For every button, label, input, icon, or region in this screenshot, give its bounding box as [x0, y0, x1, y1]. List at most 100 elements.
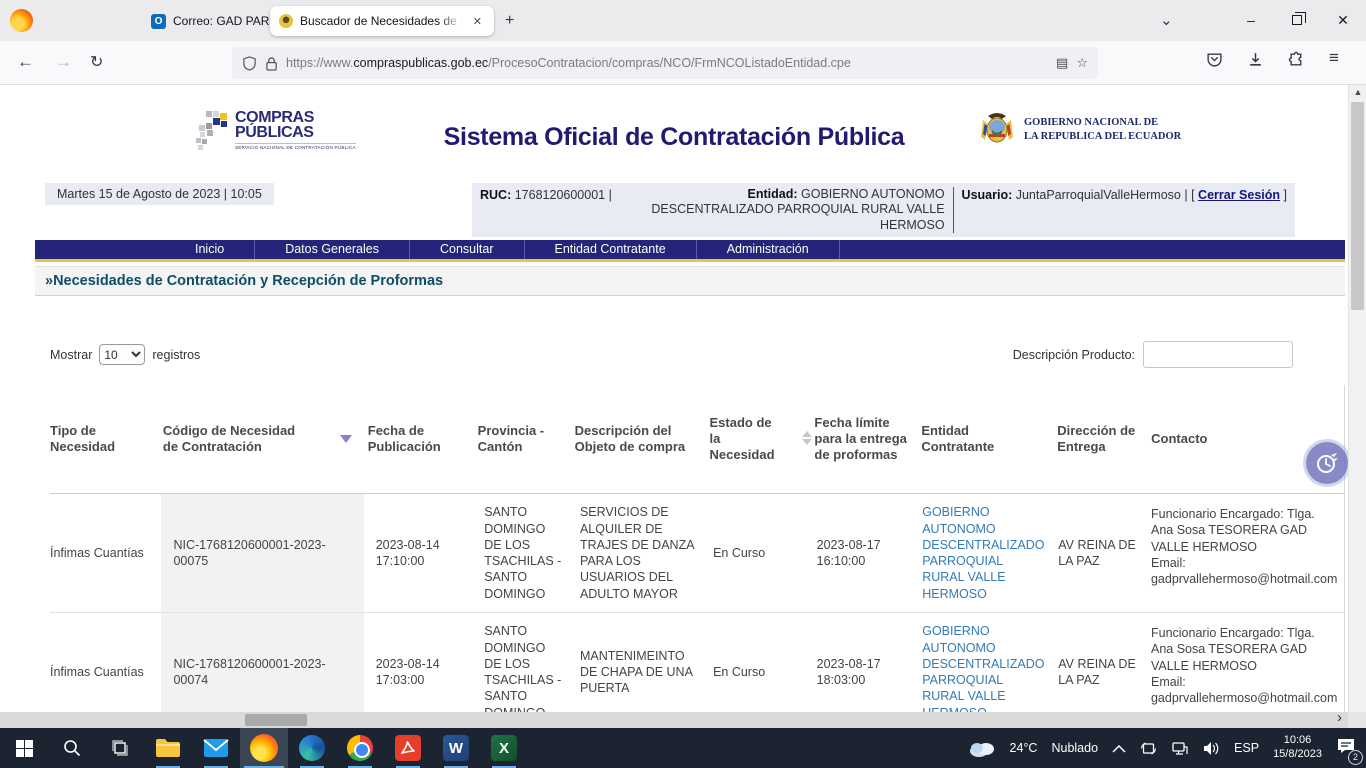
col-direccion-entrega[interactable]: Dirección de Entrega: [1057, 423, 1151, 456]
nav-item-datos-generales[interactable]: Datos Generales: [255, 240, 410, 259]
mail-button[interactable]: [192, 728, 240, 768]
window-close-button[interactable]: ✕: [1320, 0, 1366, 40]
file-explorer-button[interactable]: [144, 728, 192, 768]
url-bar[interactable]: https://www.compraspublicas.gob.ec/Proce…: [232, 47, 1098, 79]
taskbar-search-button[interactable]: [48, 728, 96, 768]
main-nav: Inicio Datos Generales Consultar Entidad…: [35, 240, 1345, 259]
download-icon[interactable]: [1247, 51, 1264, 68]
reload-button[interactable]: ↻: [90, 52, 103, 72]
tab-close-icon[interactable]: ✕: [470, 14, 485, 29]
product-description-input[interactable]: [1143, 341, 1293, 368]
menu-hamburger-icon[interactable]: ≡: [1329, 48, 1339, 68]
chrome-icon: [347, 735, 373, 761]
weather-temp[interactable]: 24°C: [1010, 741, 1038, 755]
restore-icon: [1292, 15, 1302, 25]
window-restore-button[interactable]: [1274, 0, 1320, 40]
tray-date: 15/8/2023: [1273, 748, 1322, 762]
reader-view-icon[interactable]: ▤: [1056, 55, 1068, 71]
tray-time: 10:06: [1273, 734, 1322, 748]
chrome-button[interactable]: [336, 728, 384, 768]
lock-icon[interactable]: [265, 56, 278, 71]
word-icon: W: [443, 735, 469, 761]
shield-icon[interactable]: [242, 56, 257, 71]
language-indicator[interactable]: ESP: [1234, 741, 1259, 755]
show-records-control: Mostrar 10 registros: [50, 344, 200, 365]
col-descripcion-objeto[interactable]: Descripción del Objeto de compra: [575, 423, 710, 456]
col-provincia-canton[interactable]: Provincia - Cantón: [478, 423, 575, 456]
forward-button[interactable]: →: [55, 52, 72, 72]
records-label: registros: [152, 348, 200, 362]
excel-button[interactable]: X: [480, 728, 528, 768]
nav-item-inicio[interactable]: Inicio: [165, 240, 255, 259]
firefox-icon: [250, 734, 278, 762]
col-codigo[interactable]: Código de Necesidad de Contratación: [163, 423, 368, 456]
table-row: Ínfimas Cuantías NIC-1768120600001-2023-…: [50, 613, 1344, 712]
col-fecha-publicacion[interactable]: Fecha de Publicación: [368, 423, 478, 456]
vertical-scrollbar[interactable]: ▲: [1348, 85, 1366, 712]
table-row: Ínfimas Cuantías NIC-1768120600001-2023-…: [50, 494, 1344, 613]
col-fecha-limite[interactable]: Fecha límite para la entrega de proforma…: [814, 415, 921, 464]
window-minimize-button[interactable]: –: [1228, 0, 1274, 40]
task-view-button[interactable]: [96, 728, 144, 768]
government-logo: GOBIERNO NACIONAL DE LA REPUBLICA DEL EC…: [978, 110, 1181, 150]
notification-count-badge: 2: [1348, 750, 1363, 765]
col-tipo-necesidad[interactable]: Tipo de Necesidad: [50, 423, 163, 456]
entidad-contratante-link[interactable]: GOBIERNO AUTONOMO DESCENTRALIZADO PARROQ…: [922, 504, 1044, 602]
edge-icon: [299, 735, 325, 761]
new-tab-button[interactable]: +: [505, 12, 514, 30]
ruc-value: RUC: 1768120600001 |: [480, 187, 612, 233]
vertical-scroll-thumb[interactable]: [1351, 102, 1364, 310]
ecuador-emblem-icon: [279, 14, 293, 28]
logout-link[interactable]: Cerrar Sesión: [1198, 188, 1280, 202]
extensions-puzzle-icon[interactable]: [1288, 51, 1305, 68]
scroll-up-icon[interactable]: ▲: [1349, 87, 1366, 97]
entidad-contratante-link[interactable]: GOBIERNO AUTONOMO DESCENTRALIZADO PARROQ…: [922, 623, 1044, 712]
list-tabs-chevron-icon[interactable]: ⌄: [1160, 11, 1173, 29]
horizontal-scrollbar[interactable]: ›: [0, 712, 1348, 728]
windows-logo-icon: [16, 740, 33, 757]
nav-item-consultar[interactable]: Consultar: [410, 240, 525, 259]
notification-center-button[interactable]: 2: [1336, 737, 1356, 760]
network-icon[interactable]: [1171, 741, 1188, 756]
outlook-icon: O: [151, 14, 166, 29]
divider: [953, 187, 954, 233]
tablet-mode-icon[interactable]: [1140, 741, 1157, 756]
scrollbar-corner: [1348, 712, 1366, 728]
tab-buscador-active[interactable]: Buscador de Necesidades de Co ✕: [270, 6, 494, 36]
sort-both-icon: [802, 431, 812, 445]
nav-item-administracion[interactable]: Administración: [697, 240, 840, 259]
records-per-page-select[interactable]: 10: [99, 344, 145, 365]
horizontal-scroll-thumb[interactable]: [245, 714, 307, 726]
pixel-squares-icon: [196, 111, 230, 153]
back-button[interactable]: ←: [17, 52, 34, 72]
col-entidad-contratante[interactable]: Entidad Contratante: [921, 423, 1057, 456]
browser-toolbar: ← → ↻ https://www.compraspublicas.gob.ec…: [0, 41, 1366, 85]
session-info-bar: RUC: 1768120600001 | Entidad: GOBIERNO A…: [472, 183, 1295, 237]
clock[interactable]: 10:06 15/8/2023: [1273, 734, 1322, 762]
word-button[interactable]: W: [432, 728, 480, 768]
section-title: »Necesidades de Contratación y Recepción…: [45, 273, 443, 289]
mail-icon: [203, 738, 229, 758]
browser-tab-bar: O Correo: GAD PARROQUIAL VALL ✕ Buscador…: [0, 0, 1366, 41]
gold-divider: [35, 259, 1345, 262]
usuario-value: Usuario: JuntaParroquialValleHermoso | […: [962, 187, 1287, 233]
datetime-box: Martes 15 de Agosto de 2023 | 10:05: [45, 183, 274, 205]
bookmark-star-icon[interactable]: ☆: [1076, 55, 1088, 71]
tray-expand-chevron-icon[interactable]: [1112, 744, 1126, 753]
weather-condition[interactable]: Nublado: [1051, 741, 1098, 755]
nav-item-entidad-contratante[interactable]: Entidad Contratante: [525, 240, 697, 259]
section-title-bar: »Necesidades de Contratación y Recepción…: [35, 266, 1345, 296]
edge-button[interactable]: [288, 728, 336, 768]
start-button[interactable]: [0, 728, 48, 768]
acrobat-icon: [395, 735, 421, 761]
task-view-icon: [111, 739, 129, 757]
scroll-right-icon[interactable]: ›: [1337, 709, 1342, 726]
pocket-icon[interactable]: [1206, 51, 1223, 68]
search-icon: [63, 739, 81, 757]
firefox-taskbar-button[interactable]: [240, 728, 288, 768]
floating-timer-widget[interactable]: [1306, 442, 1348, 484]
col-estado-necesidad[interactable]: Estado de la Necesidad: [709, 415, 814, 464]
acrobat-button[interactable]: [384, 728, 432, 768]
page-main-title: Sistema Oficial de Contratación Pública: [330, 123, 1018, 152]
volume-icon[interactable]: [1202, 741, 1220, 756]
